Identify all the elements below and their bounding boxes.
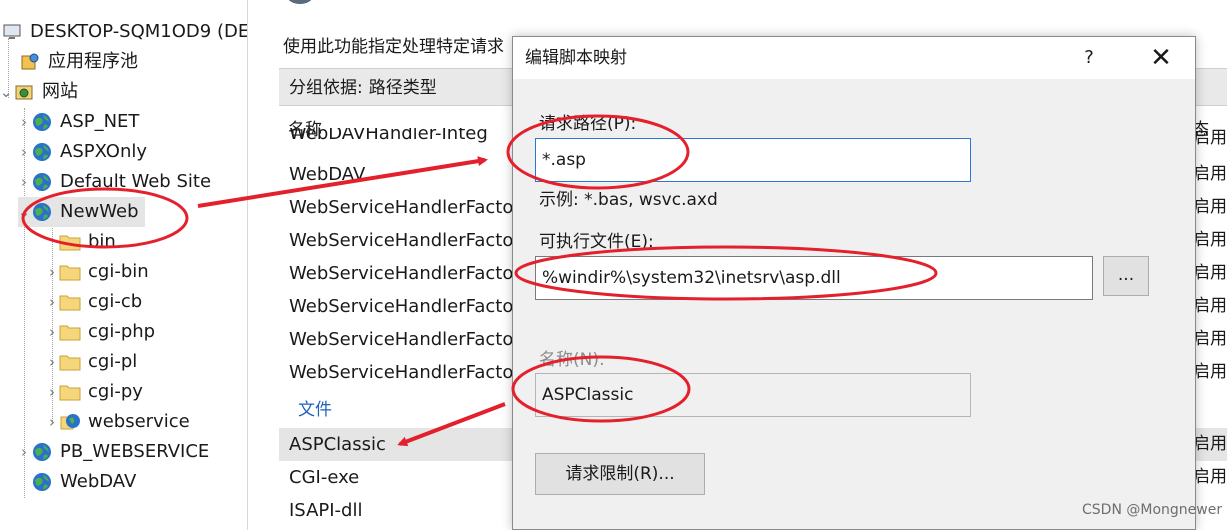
globe-app-icon: [58, 410, 82, 434]
tree-folder-webservice[interactable]: › webservice: [46, 407, 190, 437]
tree-folder-bin[interactable]: bin: [46, 227, 116, 257]
chevron-right-icon[interactable]: ›: [46, 257, 58, 287]
tree-folder-label: webservice: [88, 411, 190, 432]
tree-site-newweb[interactable]: ⌄ NewWeb: [18, 197, 145, 227]
list-item-state: 启用: [1193, 128, 1227, 148]
request-path-example: 示例: *.bas, wsvc.axd: [539, 190, 718, 210]
tree-sites-label: 网站: [42, 81, 78, 102]
list-item-state: 启用: [1193, 164, 1227, 184]
list-item-state: 启用: [1193, 230, 1227, 250]
app-pool-icon: [18, 50, 42, 74]
browse-button[interactable]: ...: [1103, 256, 1149, 296]
tree-site-label: Default Web Site: [60, 171, 212, 192]
list-item-state: 启用: [1193, 197, 1227, 217]
chevron-right-icon[interactable]: ›: [46, 377, 58, 407]
tree-site-aspxonly[interactable]: › ASPXOnly: [18, 137, 147, 167]
tree-app-pools-label: 应用程序池: [48, 51, 138, 72]
tree-folder-label: bin: [88, 231, 116, 252]
chevron-right-icon[interactable]: ›: [18, 437, 30, 467]
globe-icon: [30, 140, 54, 164]
chevron-right-icon[interactable]: ›: [18, 167, 30, 197]
tree-site-asp-net[interactable]: › ASP_NET: [18, 107, 139, 137]
chevron-down-icon[interactable]: ⌄: [18, 197, 31, 227]
dialog-title: 编辑脚本映射: [525, 48, 627, 68]
tree-site-pb-webservice[interactable]: › PB_WEBSERVICE: [18, 437, 209, 467]
close-button[interactable]: ✕: [1141, 43, 1181, 73]
tree-server[interactable]: DESKTOP-SQM1OD9 (DESI: [0, 17, 248, 47]
tree-site-label: NewWeb: [60, 201, 139, 222]
globe-icon: [30, 470, 54, 494]
tree-site-default-web-site[interactable]: › Default Web Site: [18, 167, 211, 197]
sites-icon: [12, 80, 36, 104]
tree-folder-label: cgi-py: [88, 381, 143, 402]
tree-folder-cgi-bin[interactable]: › cgi-bin: [46, 257, 149, 287]
tree-folder-label: cgi-cb: [88, 291, 143, 312]
tree-site-label: WebDAV: [60, 471, 137, 492]
tree-folder-label: cgi-php: [88, 321, 156, 342]
tree-site-label: PB_WEBSERVICE: [60, 441, 210, 462]
tree-site-label: ASPXOnly: [60, 141, 148, 162]
feature-description: 使用此功能指定处理特定请求: [283, 37, 504, 57]
globe-icon: [30, 170, 54, 194]
tree-server-label: DESKTOP-SQM1OD9 (DESI: [30, 21, 248, 42]
group-by-value[interactable]: 路径类型: [369, 78, 437, 98]
tree-folder-label: cgi-bin: [88, 261, 149, 282]
list-item-state: 启用: [1193, 329, 1227, 349]
folder-icon: [58, 230, 82, 254]
folder-icon: [58, 290, 82, 314]
tree-app-pools[interactable]: 应用程序池: [18, 47, 138, 77]
group-by-label: 分组依据:: [289, 78, 363, 98]
globe-icon: [30, 440, 54, 464]
folder-icon: [58, 350, 82, 374]
folder-icon: [58, 260, 82, 284]
tree-folder-label: cgi-pl: [88, 351, 138, 372]
watermark: CSDN @Mongnewer: [1082, 502, 1223, 518]
globe-icon: [30, 200, 54, 224]
chevron-right-icon[interactable]: ›: [46, 407, 58, 437]
chevron-right-icon[interactable]: ›: [46, 287, 58, 317]
name-label: 名称(N):: [539, 350, 605, 370]
help-button[interactable]: ?: [1073, 43, 1105, 73]
computer-icon: [0, 20, 24, 44]
tree-site-label: ASP_NET: [60, 111, 140, 132]
tree-folder-cgi-pl[interactable]: › cgi-pl: [46, 347, 137, 377]
chevron-right-icon[interactable]: ›: [46, 347, 58, 377]
tree-folder-cgi-php[interactable]: › cgi-php: [46, 317, 155, 347]
executable-input[interactable]: %windir%\system32\inetsrv\asp.dll: [535, 256, 1093, 300]
request-path-label: 请求路径(P):: [539, 114, 637, 134]
tree-site-webdav[interactable]: WebDAV: [18, 467, 136, 497]
list-item-state: 启用: [1193, 263, 1227, 283]
list-item-state: 启用: [1193, 434, 1227, 454]
site-tree: DESKTOP-SQM1OD9 (DESI 应用程序池 ⌄ 网站 › ASP_N…: [0, 0, 248, 530]
executable-label: 可执行文件(E):: [539, 232, 654, 252]
chevron-right-icon[interactable]: ›: [18, 137, 30, 167]
list-item-state: 启用: [1193, 362, 1227, 382]
chevron-right-icon[interactable]: ›: [46, 317, 58, 347]
tree-folder-cgi-py[interactable]: › cgi-py: [46, 377, 143, 407]
request-path-input[interactable]: *.asp: [535, 138, 971, 182]
folder-icon: [58, 320, 82, 344]
name-input[interactable]: ASPClassic: [535, 373, 971, 417]
list-item-state: 启用: [1193, 296, 1227, 316]
list-item-state: 启用: [1193, 467, 1227, 487]
feature-icon: [288, 0, 312, 4]
tree-sites[interactable]: ⌄ 网站: [0, 77, 78, 107]
chevron-down-icon[interactable]: ⌄: [0, 77, 12, 107]
request-restrictions-button[interactable]: 请求限制(R)...: [535, 453, 705, 495]
folder-icon: [58, 380, 82, 404]
tree-folder-cgi-cb[interactable]: › cgi-cb: [46, 287, 142, 317]
globe-icon: [30, 110, 54, 134]
chevron-right-icon[interactable]: ›: [18, 107, 30, 137]
edit-script-map-dialog: 编辑脚本映射 ? ✕ 请求路径(P): *.asp 示例: *.bas, wsv…: [512, 36, 1196, 530]
